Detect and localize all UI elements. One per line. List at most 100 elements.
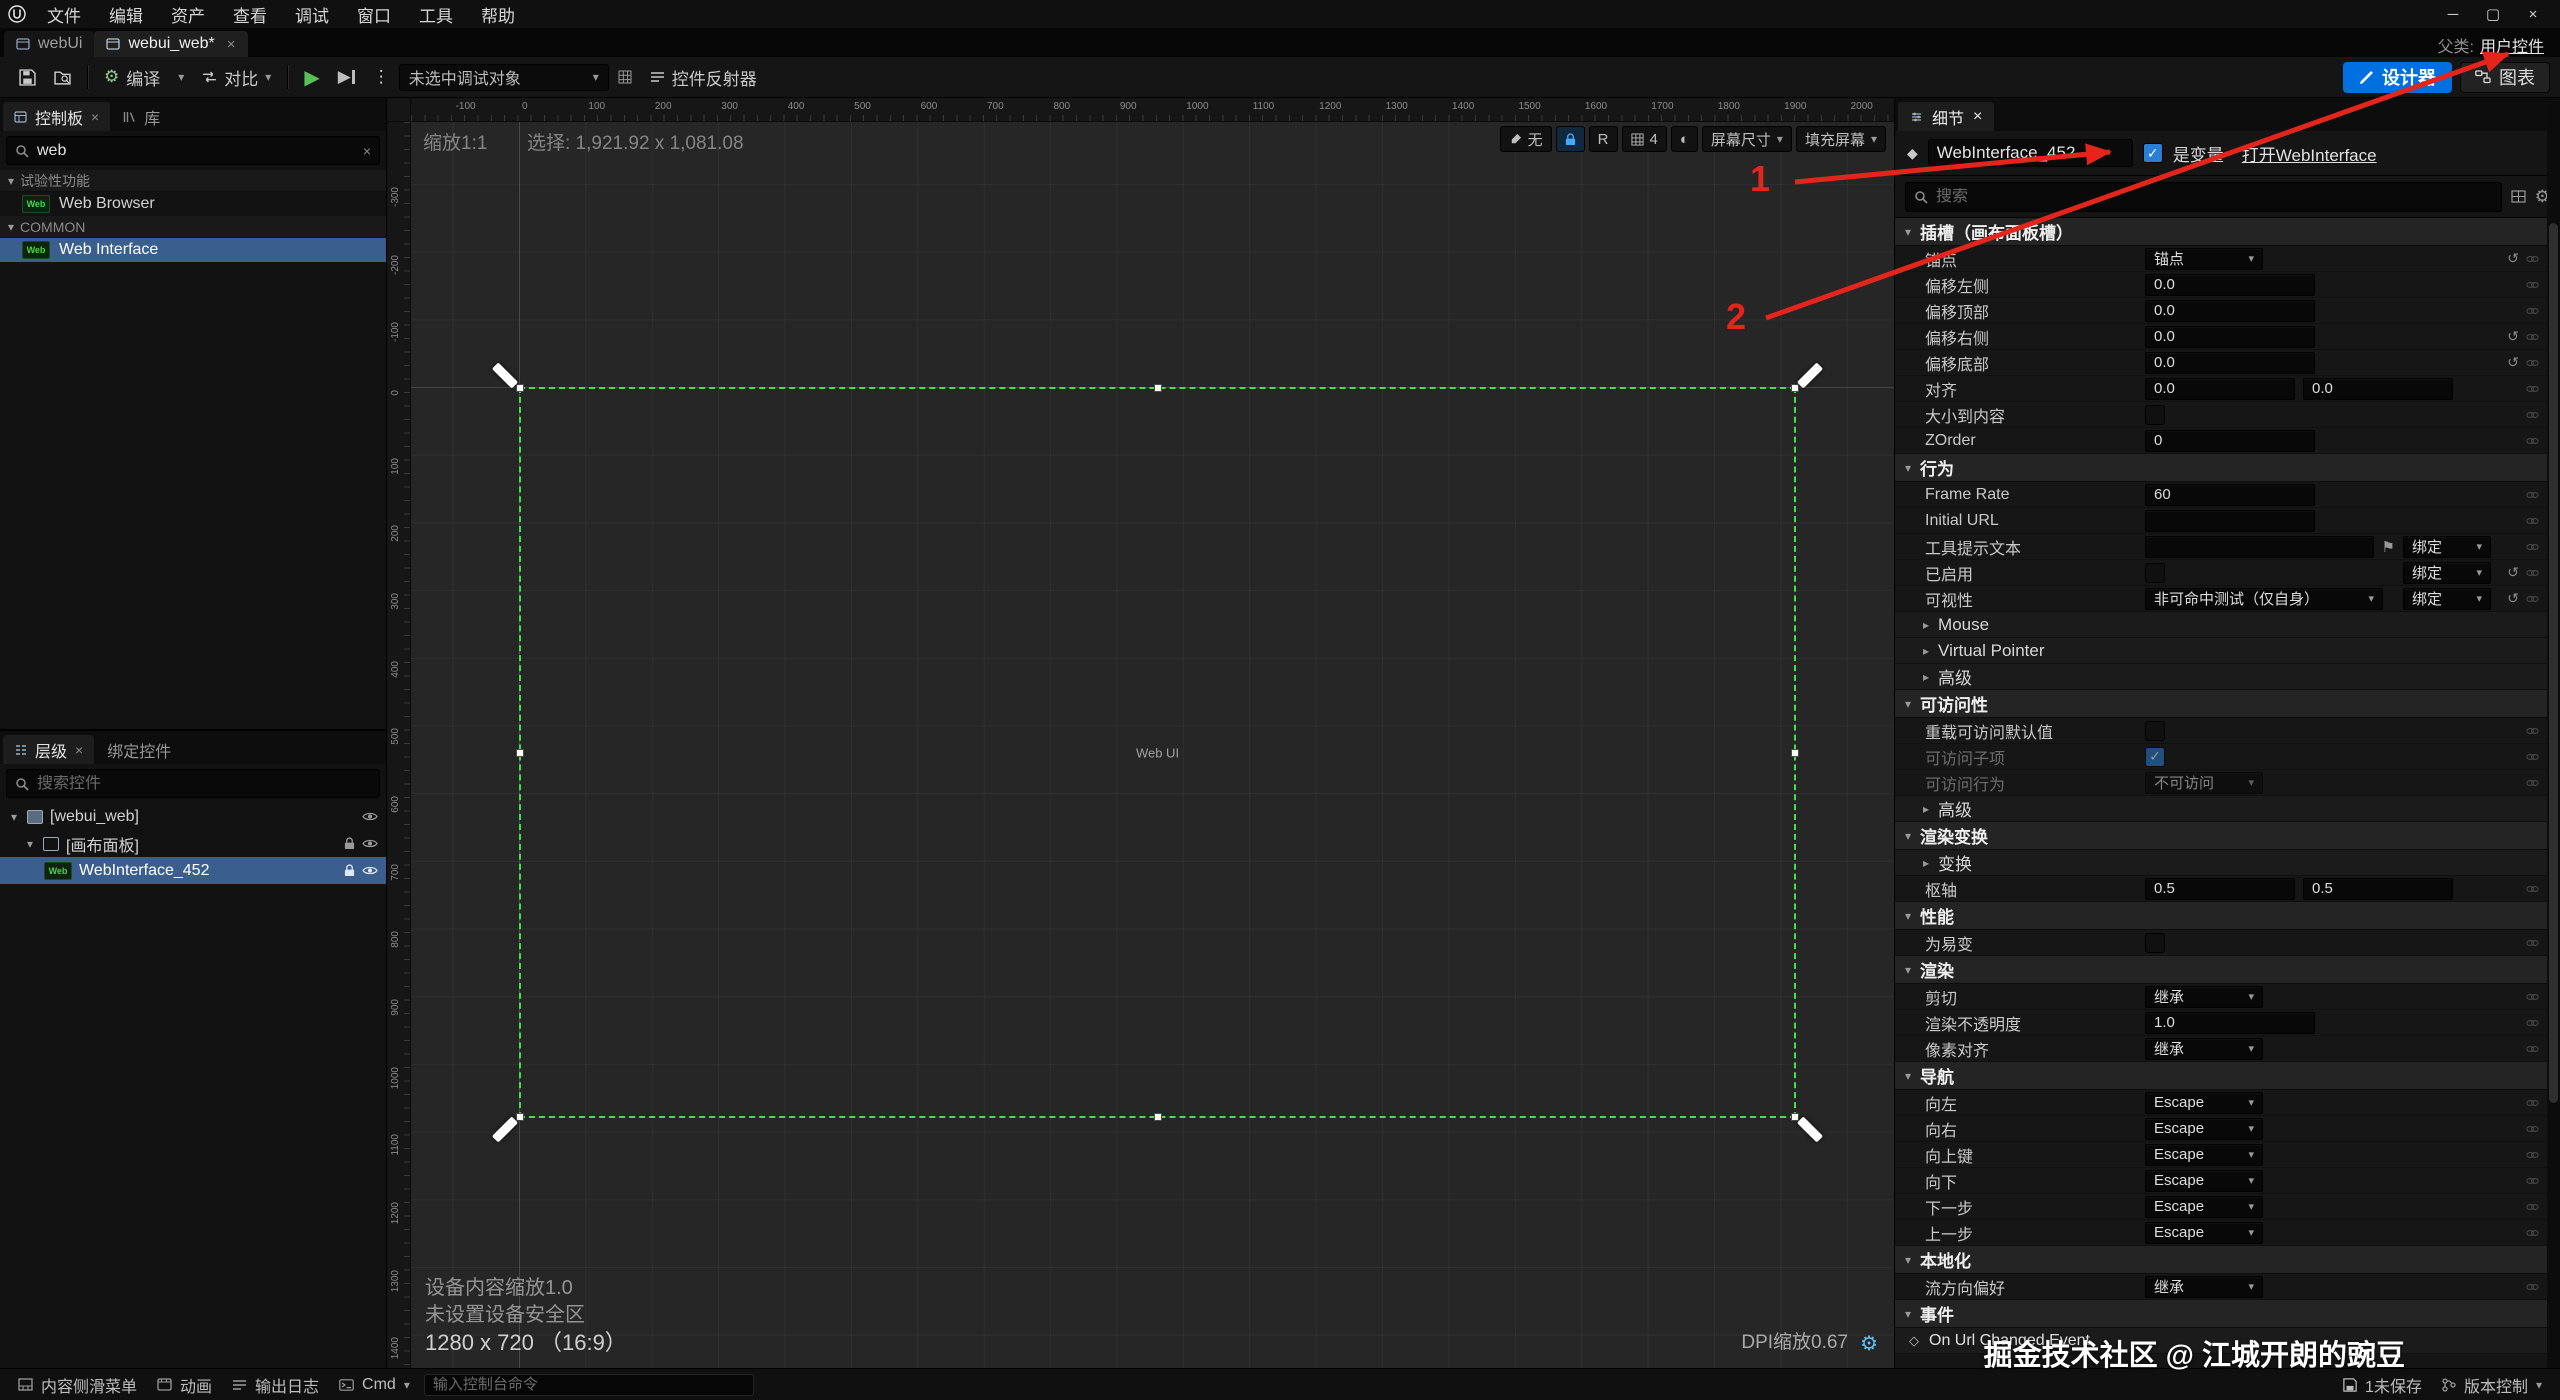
hierarchy-row-root[interactable]: ▾ [webui_web]: [0, 803, 386, 830]
window-close-button[interactable]: ×: [2514, 0, 2552, 28]
selection-handle[interactable]: [1791, 1113, 1799, 1121]
close-icon[interactable]: ×: [1973, 108, 1982, 126]
checkbox[interactable]: ✓: [2145, 747, 2165, 767]
browse-to-asset-button[interactable]: [45, 62, 80, 92]
widget-name-input[interactable]: [1937, 143, 2124, 163]
localization-preview-button[interactable]: ◐: [1671, 126, 1698, 152]
menu-edit[interactable]: 编辑: [96, 0, 156, 28]
tab-palette[interactable]: 控制板 ×: [3, 102, 110, 131]
tab-bind-widgets[interactable]: 绑定控件: [96, 735, 182, 764]
palette-group-experimental[interactable]: ▾ 试验性功能: [0, 170, 386, 192]
dpi-settings-gear-icon[interactable]: ⚙: [1860, 1331, 1878, 1356]
eye-icon[interactable]: [362, 838, 378, 849]
number-input[interactable]: 1.0: [2145, 1012, 2315, 1034]
unreal-logo-icon[interactable]: [8, 5, 26, 23]
window-minimize-button[interactable]: ─: [2434, 0, 2472, 28]
checkbox[interactable]: [2145, 563, 2165, 583]
selection-handle[interactable]: [516, 1113, 524, 1121]
text-input[interactable]: [2145, 536, 2374, 558]
reset-to-default-icon[interactable]: ↺: [2507, 590, 2519, 607]
unsaved-assets-button[interactable]: 1未保存: [2333, 1369, 2432, 1400]
dropdown[interactable]: 锚点▾: [2145, 248, 2263, 270]
reset-to-default-icon[interactable]: ↺: [2507, 564, 2519, 581]
reset-to-default-icon[interactable]: ↺: [2507, 328, 2519, 345]
close-icon[interactable]: ×: [227, 36, 236, 53]
design-canvas[interactable]: Web UI 缩放1:1 选择: 1,921.92 x 1,081.08: [411, 122, 1894, 1368]
bind-dropdown[interactable]: 绑定▾: [2403, 536, 2491, 558]
menu-file[interactable]: 文件: [34, 0, 94, 28]
close-icon[interactable]: ×: [75, 742, 83, 758]
cmd-dropdown[interactable]: Cmd ▾: [329, 1369, 420, 1400]
selection-handle[interactable]: [516, 384, 524, 392]
revision-control-button[interactable]: 版本控制 ▾: [2432, 1369, 2552, 1400]
dropdown[interactable]: Escape▾: [2145, 1092, 2263, 1114]
number-input-x[interactable]: 0.5: [2145, 878, 2295, 900]
menu-help[interactable]: 帮助: [468, 0, 528, 28]
checkbox[interactable]: [2145, 933, 2165, 953]
anchor-handle[interactable]: [492, 362, 518, 388]
number-input-y[interactable]: 0.0: [2303, 378, 2453, 400]
respect-locks-button[interactable]: R: [1589, 126, 1618, 152]
lock-toggle-button[interactable]: [1556, 126, 1585, 152]
menu-view[interactable]: 查看: [220, 0, 280, 28]
number-input[interactable]: 0: [2145, 430, 2315, 452]
tab-webui[interactable]: webUi: [4, 31, 94, 57]
scrollbar-thumb[interactable]: [2549, 223, 2558, 1103]
output-log-button[interactable]: 输出日志: [222, 1369, 329, 1400]
lock-icon[interactable]: [344, 864, 355, 877]
dropdown[interactable]: Escape▾: [2145, 1222, 2263, 1244]
menu-asset[interactable]: 资产: [158, 0, 218, 28]
number-input-x[interactable]: 0.0: [2145, 378, 2295, 400]
bind-dropdown[interactable]: 绑定▾: [2403, 588, 2491, 610]
menu-debug[interactable]: 调试: [282, 0, 342, 28]
debug-object-dropdown[interactable]: 未选中调试对象 ▾: [399, 64, 609, 91]
compile-options-dropdown[interactable]: ▾: [169, 62, 193, 92]
widget-reflector-button[interactable]: 控件反射器: [641, 62, 766, 92]
details-scrollbar[interactable]: [2547, 98, 2560, 1368]
checkbox[interactable]: [2145, 721, 2165, 741]
selection-handle[interactable]: [1154, 384, 1162, 392]
palette-search-input[interactable]: [37, 142, 355, 160]
details-category[interactable]: ▾行为: [1895, 454, 2547, 482]
details-category[interactable]: ▾可访问性: [1895, 690, 2547, 718]
tab-library[interactable]: 库: [112, 102, 171, 131]
anchor-handle[interactable]: [492, 1116, 518, 1142]
hierarchy-row-canvas-panel[interactable]: ▾ [画布面板]: [0, 830, 386, 857]
tab-webui-web[interactable]: webui_web* ×: [94, 31, 247, 57]
number-input[interactable]: 0.0: [2145, 274, 2315, 296]
frame-skip-button[interactable]: ▶: [329, 62, 364, 92]
number-input[interactable]: 0.0: [2145, 300, 2315, 322]
save-button[interactable]: [10, 62, 45, 92]
details-subcategory[interactable]: ▸变换: [1895, 850, 2547, 876]
dropdown[interactable]: Escape▾: [2145, 1144, 2263, 1166]
dropdown[interactable]: Escape▾: [2145, 1170, 2263, 1192]
hierarchy-search-input[interactable]: [37, 775, 371, 793]
details-subcategory[interactable]: ▸高级: [1895, 796, 2547, 822]
console-command-input-box[interactable]: [424, 1374, 754, 1396]
reset-to-default-icon[interactable]: ↺: [2507, 250, 2519, 267]
details-category[interactable]: ▾导航: [1895, 1062, 2547, 1090]
grid-snap-button[interactable]: 4: [1622, 126, 1667, 152]
close-icon[interactable]: ×: [91, 109, 99, 125]
debug-filter-button[interactable]: [609, 62, 641, 92]
designer-mode-button[interactable]: 设计器: [2343, 62, 2452, 93]
screen-size-dropdown[interactable]: 屏幕尺寸 ▾: [1702, 126, 1792, 152]
text-input[interactable]: [2145, 510, 2315, 532]
details-event-row[interactable]: ◇On Url Changed Event: [1895, 1328, 2547, 1354]
details-category[interactable]: ▾性能: [1895, 902, 2547, 930]
details-category[interactable]: ▾渲染变换: [1895, 822, 2547, 850]
reset-to-default-icon[interactable]: ↺: [2507, 354, 2519, 371]
tab-details[interactable]: 细节 ×: [1898, 102, 1994, 131]
palette-item-web-interface[interactable]: Web Web Interface: [0, 238, 386, 262]
palette-group-common[interactable]: ▾ COMMON: [0, 216, 386, 238]
eye-icon[interactable]: [362, 811, 378, 822]
selection-handle[interactable]: [1791, 749, 1799, 757]
diff-button[interactable]: 对比 ▾: [193, 62, 280, 92]
menu-tools[interactable]: 工具: [406, 0, 466, 28]
details-subcategory[interactable]: ▸Mouse: [1895, 612, 2547, 638]
selection-handle[interactable]: [1154, 1113, 1162, 1121]
is-variable-checkbox[interactable]: ✓: [2143, 143, 2163, 163]
animation-button[interactable]: 动画: [147, 1369, 222, 1400]
dropdown[interactable]: 不可访问▾: [2145, 772, 2263, 794]
number-input[interactable]: 60: [2145, 484, 2315, 506]
